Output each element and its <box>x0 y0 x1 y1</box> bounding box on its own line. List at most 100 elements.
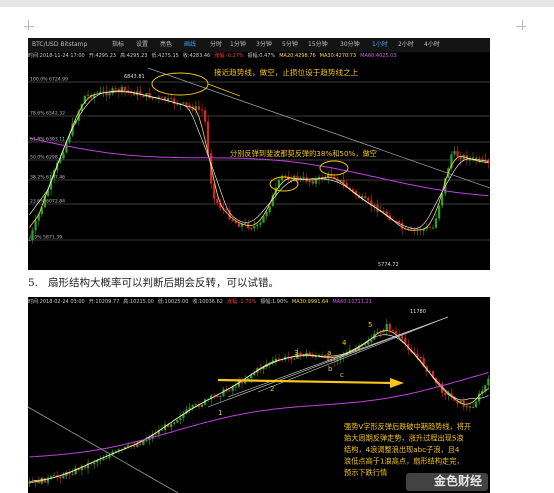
candle <box>160 429 164 431</box>
annotation-mid: 分别反弹到斐波那契反弹的38%和50%，做空 <box>230 149 377 158</box>
candle <box>102 91 105 93</box>
wave-label: c <box>340 371 344 379</box>
annotation-top: 接近趋势线，做空，止损位设于趋势线之上 <box>214 67 359 77</box>
candle <box>142 95 145 98</box>
candle <box>169 98 173 99</box>
high-label: 6843.81 <box>124 74 145 80</box>
crop-mark <box>522 20 523 30</box>
low-label: 5774.72 <box>378 262 399 268</box>
candle <box>49 476 53 478</box>
wave-label: 5 <box>368 321 372 329</box>
candle <box>471 407 475 408</box>
fan-line <box>227 316 449 398</box>
candle <box>108 93 111 96</box>
annotation-body: 始大周期反弹走势，涨升过程出现5浪 <box>344 434 464 443</box>
candle <box>216 198 219 204</box>
candle <box>259 222 262 225</box>
candle <box>314 179 318 184</box>
candle <box>468 406 472 408</box>
trend-line <box>147 67 490 189</box>
wave-label: 4 <box>342 339 347 347</box>
caption-5: 5. 扇形结构大概率可以判断后期会反转，可以试错。 <box>28 275 279 290</box>
wave-label: 1 <box>218 409 222 417</box>
candle <box>262 216 265 223</box>
candle <box>456 151 459 157</box>
candle <box>465 406 468 408</box>
candle <box>185 102 188 105</box>
candle <box>431 227 435 229</box>
candle <box>453 151 456 155</box>
btc-chart-2: 时间:2018-02-24 03:00 开:10209.77 高:10215.00 低… <box>28 297 490 493</box>
candle <box>176 103 179 105</box>
fib-level-label: 23.6% 6072.84 <box>30 199 65 205</box>
candle <box>382 211 385 212</box>
candle <box>487 378 490 386</box>
crop-mark <box>24 26 34 27</box>
candle <box>99 460 102 461</box>
candle <box>364 344 367 346</box>
candle <box>102 458 105 461</box>
fib-level-label: 38.2% 6197.46 <box>30 175 65 181</box>
candle <box>391 329 395 332</box>
btc-chart-1: BTC/USD Bitstamp 指标 设置 亮色 画线 分时 1分钟 3分钟 5分钟… <box>28 38 490 270</box>
candle <box>323 354 327 356</box>
candle <box>139 443 142 445</box>
candle <box>182 102 185 104</box>
chart-1-plot: 100.0% 6724.9978.6% 6542.3261.8% 6393.11… <box>28 67 490 268</box>
candle <box>234 386 237 388</box>
candle <box>105 457 108 459</box>
crop-mark <box>28 20 29 30</box>
candle <box>302 177 305 179</box>
candle <box>397 221 401 223</box>
candle <box>200 109 204 111</box>
candle <box>28 240 31 242</box>
candle <box>228 390 231 392</box>
candle <box>277 358 281 360</box>
highlight-circle <box>269 176 299 192</box>
candle <box>293 358 296 360</box>
chart-2-plot: 1 2 3 4 5 abc 11780 强势V字形反弹后跌破中期趋势线，将开始大周期反弹走势，… <box>28 309 490 493</box>
candle <box>274 358 277 361</box>
candle <box>160 96 164 98</box>
candle <box>59 477 62 479</box>
candle <box>145 440 148 442</box>
candle <box>364 196 367 199</box>
annotation-body: 浪低点高于1浪高点，扇形结构走完， <box>344 457 464 466</box>
candle <box>86 95 90 96</box>
candle <box>126 445 130 447</box>
candle <box>308 180 311 182</box>
candle <box>133 446 136 448</box>
fib-level-label: 0.0% 5871.39 <box>30 235 62 241</box>
candle <box>225 209 228 211</box>
candle <box>481 158 484 160</box>
candle <box>444 392 447 395</box>
candle <box>250 228 253 230</box>
candle <box>154 434 157 436</box>
candle <box>471 157 475 159</box>
ma-line-yellow <box>29 90 489 231</box>
candle <box>173 422 176 424</box>
candle <box>123 86 127 91</box>
candle <box>320 354 324 356</box>
high-label: 11780 <box>410 309 426 315</box>
candle <box>437 205 441 219</box>
candle <box>142 441 145 445</box>
watermark: 金色财经 <box>433 474 482 488</box>
candle <box>253 226 256 229</box>
candle <box>216 395 219 398</box>
candle <box>173 98 176 104</box>
candle <box>400 335 404 339</box>
annotation-arrow <box>207 83 241 97</box>
fib-level-label: 78.6% 6542.32 <box>30 111 65 117</box>
candle <box>126 90 130 92</box>
candle <box>169 423 173 428</box>
candle <box>256 224 259 227</box>
candle <box>342 179 345 184</box>
candle <box>308 352 311 355</box>
wave-label: 3 <box>294 349 298 357</box>
trend-line <box>28 406 179 493</box>
candle <box>311 180 314 184</box>
candle <box>46 477 50 483</box>
page-top-border <box>0 0 554 7</box>
arrow-head <box>390 378 404 388</box>
